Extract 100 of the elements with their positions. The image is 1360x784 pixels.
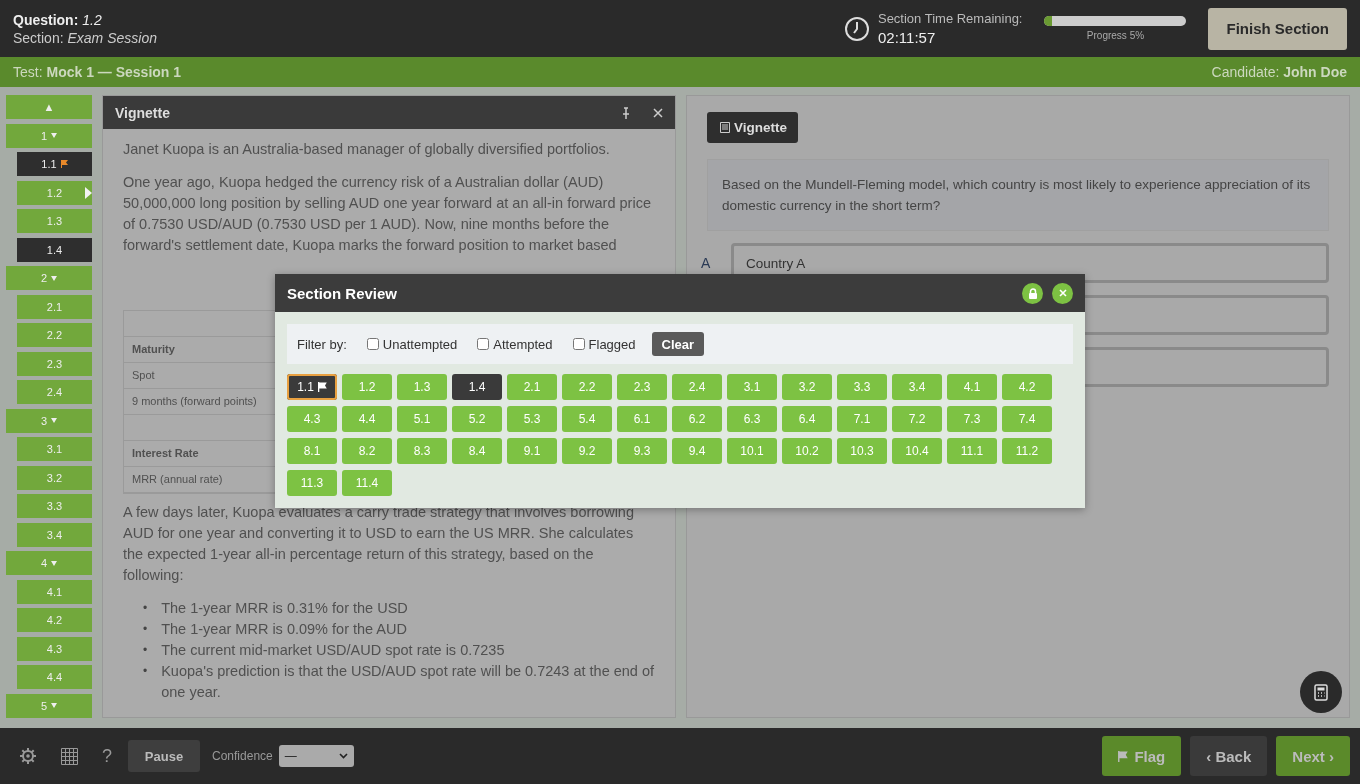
question-tile[interactable]: 3.4 [892,374,942,400]
question-tile[interactable]: 5.2 [452,406,502,432]
question-text: Based on the Mundell-Fleming model, which country is most likely to experience appreciation of its domestic currency in the short term? [707,159,1329,231]
question-item[interactable]: 3.1 [17,437,92,461]
question-tile[interactable]: 4.2 [1002,374,1052,400]
question-item[interactable]: 2.1 [17,294,92,319]
bullet-item: The 1-year MRR is 0.31% for the USD [161,599,408,618]
question-item[interactable]: 2.3 [17,351,92,376]
question-tile[interactable]: 2.3 [617,374,667,400]
question-tile[interactable]: 8.1 [287,438,337,464]
question-tile[interactable]: 6.3 [727,406,777,432]
question-item[interactable]: 1.4 [17,237,92,262]
close-icon[interactable] [653,107,663,118]
question-tile[interactable]: 3.1 [727,374,777,400]
document-icon [720,122,730,133]
question-tile[interactable]: 11.4 [342,470,392,496]
question-tile[interactable]: 7.1 [837,406,887,432]
question-tile[interactable]: 8.4 [452,438,502,464]
pin-icon[interactable] [621,106,631,119]
question-tile[interactable]: 8.2 [342,438,392,464]
question-item[interactable]: 3.3 [17,494,92,518]
question-item[interactable]: 4.3 [17,636,92,661]
question-item[interactable]: 3.2 [17,465,92,490]
question-tile[interactable]: 3.2 [782,374,832,400]
section-group-item[interactable]: 2 [6,266,92,290]
timer-value: 02:11:57 [877,29,937,46]
question-tile[interactable]: 11.2 [1002,438,1052,464]
question-tile[interactable]: 7.4 [1002,406,1052,432]
vignette-button[interactable]: Vignette [707,112,798,143]
question-tile[interactable]: 4.1 [947,374,997,400]
help-button[interactable]: ? [102,745,112,767]
question-tile[interactable]: 1.1 [287,374,337,400]
question-tile[interactable]: 10.3 [837,438,887,464]
checkbox-label: Attempted [493,336,553,352]
question-tile[interactable]: 2.1 [507,374,557,400]
lock-button[interactable] [1022,282,1043,304]
question-tile[interactable]: 11.3 [287,470,337,496]
question-tile[interactable]: 9.3 [617,438,667,464]
question-tile[interactable]: 7.3 [947,406,997,432]
question-tile[interactable]: 2.2 [562,374,612,400]
filter-checkbox[interactable] [477,338,490,350]
section-group-item[interactable]: 1 [6,123,92,148]
question-tile[interactable]: 9.2 [562,438,612,464]
caret-icon [51,133,58,138]
question-tile[interactable]: 2.4 [672,374,722,400]
question-tile[interactable]: 1.4 [452,374,502,400]
question-tile[interactable]: 7.2 [892,406,942,432]
flag-icon [60,160,68,168]
settings-icon[interactable] [19,747,37,765]
filter-label: Filter by: [297,336,347,352]
confidence-label: Confidence [212,749,273,763]
filter-checkbox[interactable] [366,338,379,350]
question-tile[interactable]: 9.4 [672,438,722,464]
question-item[interactable]: 4.4 [17,665,92,689]
question-tile[interactable]: 4.4 [342,406,392,432]
section-group-item[interactable]: 3 [6,408,92,433]
table-cell-text: Spot [132,368,155,383]
section-name: Section: Exam Session [13,28,158,47]
question-item[interactable]: 2.2 [17,323,92,347]
question-item[interactable]: 4.2 [17,608,92,632]
close-icon [1058,289,1067,297]
close-button[interactable] [1052,282,1073,304]
confidence-dropdown[interactable]: — [278,745,354,767]
panel-title: Vignette [115,104,171,121]
calculator-button[interactable] [1300,671,1342,713]
question-item[interactable]: 2.4 [17,380,92,404]
question-tile[interactable]: 5.3 [507,406,557,432]
filter-checkbox[interactable] [572,338,585,350]
bullet-marker: • [143,600,148,617]
question-item[interactable]: 1.3 [17,209,92,233]
question-tile[interactable]: 6.4 [782,406,832,432]
question-item[interactable]: 3.4 [17,522,92,547]
question-tile[interactable]: 1.2 [342,374,392,400]
question-tile[interactable]: 9.1 [507,438,557,464]
question-tile[interactable]: 8.3 [397,438,447,464]
question-tile[interactable]: 6.1 [617,406,667,432]
question-tile[interactable]: 6.2 [672,406,722,432]
question-tile[interactable]: 10.1 [727,438,777,464]
back-button[interactable]: ‹ Back [1190,736,1268,776]
vignette-paragraph: A few days later, Kuopa evaluates a carry trade strategy that involves borrowing AUD for one year and converting it to USD to earn the US MRR. She calculates the expected 1-year all-in percentage return of this strategy, based on the following: [123,503,635,585]
question-tile[interactable]: 4.3 [287,406,337,432]
pause-button[interactable]: Pause [128,740,200,772]
question-item[interactable]: 4.1 [17,579,92,604]
question-tile[interactable]: 5.4 [562,406,612,432]
question-tile[interactable]: 1.3 [397,374,447,400]
section-group-item[interactable]: 4 [6,551,92,575]
question-item[interactable]: 1.1 [17,152,92,176]
grid-icon[interactable] [61,747,78,765]
question-tile[interactable]: 11.1 [947,438,997,464]
question-tile[interactable]: 10.2 [782,438,832,464]
finish-section-button[interactable]: Finish Section [1208,7,1347,50]
question-tile[interactable]: 3.3 [837,374,887,400]
question-tile[interactable]: 5.1 [397,406,447,432]
flag-button[interactable]: Flag [1102,736,1182,776]
question-tile[interactable]: 10.4 [892,438,942,464]
scroll-up-button[interactable]: ▲ [6,95,92,119]
clear-button[interactable]: Clear [651,332,705,356]
question-item[interactable]: 1.2 [17,180,92,205]
next-button[interactable]: Next › [1276,736,1350,776]
section-group-item[interactable]: 5 [6,693,92,718]
